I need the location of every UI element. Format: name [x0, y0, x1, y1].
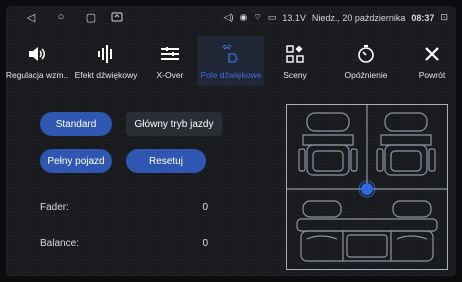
tab-delay-label: Opóźnienie	[344, 70, 388, 80]
delay-icon	[357, 42, 375, 66]
front-left-seat	[298, 112, 358, 176]
volume-status-icon: ◁)	[223, 12, 234, 22]
crossover-icon	[160, 42, 180, 66]
tab-delay[interactable]: Opóźnienie	[336, 36, 396, 86]
standard-button[interactable]: Standard	[40, 112, 112, 136]
tab-sound-effect[interactable]: Efekt dźwiękowy	[70, 36, 142, 86]
equalizer-icon	[96, 42, 116, 66]
close-icon	[424, 42, 440, 66]
full-vehicle-button[interactable]: Pełny pojazd	[40, 149, 112, 173]
voltage-text: 13.1V	[282, 12, 306, 23]
rear-bench-seat	[296, 200, 438, 262]
fader-value: 0	[202, 202, 208, 213]
balance-label: Balance:	[40, 238, 79, 249]
status-right: ◁) ◉ ⌔ ▭ 13.1V Niedz., 20 października 0…	[224, 12, 448, 23]
tab-sound-field-label: Pole dźwiękowe	[200, 70, 262, 80]
sound-field-seat-map[interactable]	[286, 104, 448, 270]
wifi-icon: ⌔	[253, 12, 262, 22]
tab-back-label: Powrót	[418, 70, 446, 80]
front-right-seat	[376, 112, 436, 176]
tab-gain-label: Regulacja wzm..	[6, 70, 69, 80]
driving-mode-button[interactable]: Główny tryb jazdy	[126, 112, 222, 136]
battery-icon: ▭	[267, 12, 277, 22]
scenes-icon	[286, 42, 304, 66]
screenshot-icon[interactable]	[110, 10, 124, 24]
tab-gain[interactable]: Regulacja wzm..	[6, 36, 68, 86]
tab-xover-label: X-Over	[156, 70, 184, 80]
tab-bar: Regulacja wzm.. Efekt dźwiękowy X-Over P…	[6, 36, 456, 86]
sound-field-icon	[221, 42, 241, 66]
tab-xover[interactable]: X-Over	[144, 36, 196, 86]
tab-back[interactable]: Powrót	[410, 36, 454, 86]
home-nav-icon[interactable]: ○	[54, 10, 68, 24]
status-bar: ◁ ○ ▢ ◁) ◉ ⌔ ▭ 13.1V Niedz., 20 paździer…	[6, 6, 456, 30]
sound-field-handle[interactable]	[361, 183, 373, 195]
tab-sound-effect-label: Efekt dźwiękowy	[74, 70, 138, 80]
tab-sound-field[interactable]: Pole dźwiękowe	[198, 36, 264, 86]
location-icon: ◉	[239, 12, 248, 22]
tab-scenes[interactable]: Sceny	[268, 36, 322, 86]
balance-value: 0	[202, 238, 208, 249]
speaker-volume-icon	[27, 42, 47, 66]
back-nav-icon[interactable]: ◁	[24, 10, 38, 24]
seat-map-graphic	[287, 105, 447, 262]
window-icon: ⊡	[440, 12, 448, 22]
fader-label: Fader:	[40, 202, 69, 213]
tab-scenes-label: Sceny	[283, 70, 307, 80]
reset-button[interactable]: Resetuj	[126, 149, 206, 173]
recents-nav-icon[interactable]: ▢	[84, 10, 98, 24]
clock: 08:37	[411, 12, 435, 23]
dsp-screen: ◁ ○ ▢ ◁) ◉ ⌔ ▭ 13.1V Niedz., 20 paździer…	[6, 6, 456, 276]
date-text: Niedz., 20 października	[311, 12, 406, 23]
